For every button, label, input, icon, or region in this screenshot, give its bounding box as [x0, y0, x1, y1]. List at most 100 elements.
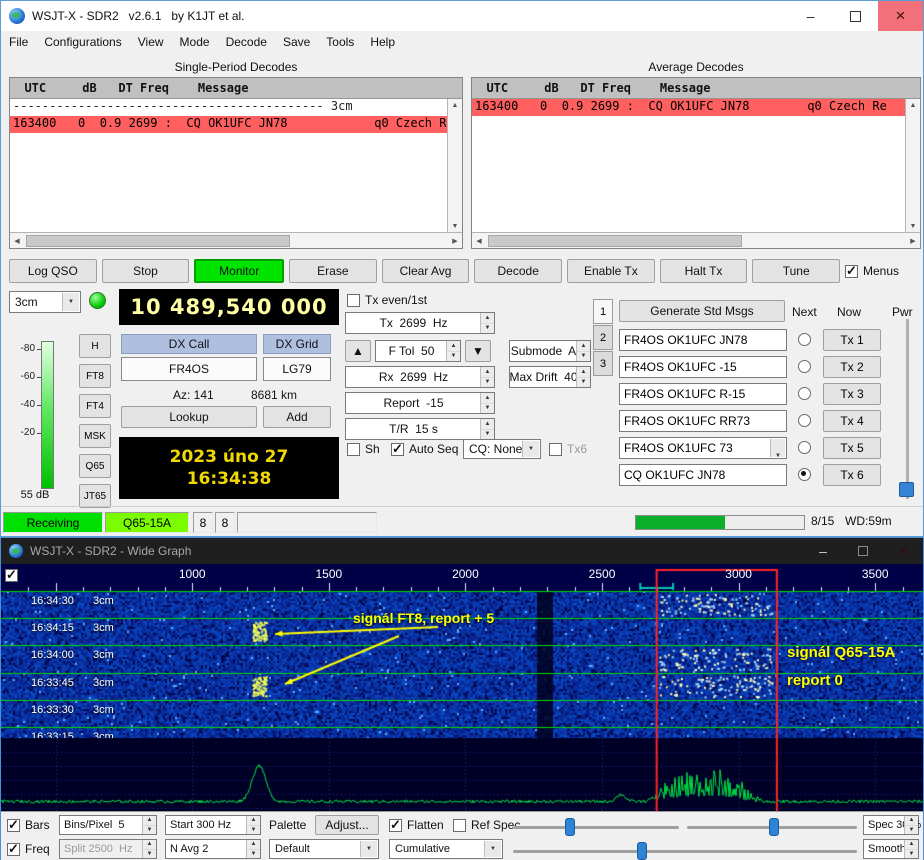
scroll-left-icon[interactable] — [472, 233, 486, 248]
enable-tx-button[interactable]: Enable Tx — [567, 259, 655, 283]
decode-button[interactable]: Decode — [474, 259, 562, 283]
cq-dropdown[interactable]: CQ: None — [463, 439, 541, 459]
dx-grid-label[interactable]: DX Grid — [263, 334, 331, 354]
waterfall-zero-slider[interactable] — [687, 826, 857, 829]
tx-button-6[interactable]: Tx 6 — [823, 464, 881, 486]
bars-checkbox[interactable] — [7, 819, 20, 832]
decode-line[interactable]: 163400 0 0.9 2699 : CQ OK1UFC JN78 q0 Cz… — [10, 116, 448, 133]
menu-configurations[interactable]: Configurations — [36, 31, 129, 52]
scroll-up-icon[interactable] — [906, 99, 920, 112]
tx-select-radio[interactable] — [798, 468, 811, 481]
pwr-slider[interactable] — [898, 319, 916, 499]
spinner-arrows[interactable] — [246, 840, 260, 858]
close-button[interactable] — [883, 538, 923, 564]
menu-file[interactable]: File — [1, 31, 36, 52]
tx-message-field[interactable]: FR4OS OK1UFC R-15 — [619, 383, 787, 405]
tx-message-field[interactable]: FR4OS OK1UFC JN78 — [619, 329, 787, 351]
decode-line[interactable]: 163400 0 0.9 2699 : CQ OK1UFC JN78 q0 Cz… — [472, 99, 906, 116]
freq-down-button[interactable]: ▼ — [465, 340, 491, 362]
tx6-toggle[interactable]: Tx6 — [549, 442, 587, 456]
spinner-arrows[interactable] — [246, 816, 260, 834]
scroll-right-icon[interactable] — [448, 233, 462, 248]
minimize-button[interactable] — [788, 1, 833, 31]
auto-seq-checkbox[interactable] — [391, 443, 404, 456]
horizontal-scrollbar[interactable] — [10, 232, 462, 248]
messages-tab-1[interactable]: 1 — [593, 299, 613, 324]
tx-select-radio[interactable] — [798, 414, 811, 427]
tx-button-1[interactable]: Tx 1 — [823, 329, 881, 351]
decode-line[interactable]: ----------------------------------------… — [10, 99, 448, 116]
tx-button-5[interactable]: Tx 5 — [823, 437, 881, 459]
spinner-arrows[interactable] — [480, 419, 494, 439]
tx-freq-spinner[interactable]: Tx 2699 Hz — [345, 312, 495, 334]
slider-handle[interactable] — [565, 818, 575, 836]
maximize-button[interactable] — [833, 1, 878, 31]
tr-period-spinner[interactable]: T/R 15 s — [345, 418, 495, 440]
halt-tx-button[interactable]: Halt Tx — [660, 259, 748, 283]
submode-spinner[interactable]: Submode A — [509, 340, 591, 362]
scroll-up-icon[interactable] — [448, 99, 462, 112]
dx-call-label[interactable]: DX Call — [121, 334, 257, 354]
spinner-arrows[interactable] — [142, 816, 156, 834]
horizontal-scrollbar[interactable] — [472, 232, 920, 248]
tx-even-toggle[interactable]: Tx even/1st — [347, 293, 427, 307]
tx-message-field[interactable]: FR4OS OK1UFC -15 — [619, 356, 787, 378]
start-freq-spinner[interactable]: Start 300 Hz — [165, 815, 261, 835]
vertical-scrollbar[interactable] — [905, 99, 920, 233]
split-freq-spinner[interactable]: Split 2500 Hz — [59, 839, 157, 859]
tx-message-field[interactable]: CQ OK1UFC JN78 — [619, 464, 787, 486]
tx-even-checkbox[interactable] — [347, 294, 360, 307]
spinner-arrows[interactable] — [480, 393, 494, 413]
tx-message-field[interactable]: FR4OS OK1UFC RR73 — [619, 410, 787, 432]
tx-message-field[interactable]: FR4OS OK1UFC 73 — [619, 437, 787, 459]
wide-graph-title-bar[interactable]: WSJT-X - SDR2 - Wide Graph — [1, 538, 923, 564]
scroll-right-icon[interactable] — [906, 233, 920, 248]
spectrum-slider[interactable] — [513, 850, 857, 853]
tx-select-radio[interactable] — [798, 360, 811, 373]
lookup-button[interactable]: Lookup — [121, 406, 257, 428]
menu-save[interactable]: Save — [275, 31, 318, 52]
tx-button-2[interactable]: Tx 2 — [823, 356, 881, 378]
palette-select[interactable]: Default — [269, 839, 379, 859]
vertical-scrollbar[interactable] — [447, 99, 462, 233]
freq-up-button[interactable]: ▲ — [345, 340, 371, 362]
spinner-arrows[interactable] — [576, 367, 590, 387]
dx-grid-field[interactable]: LG79 — [263, 357, 331, 381]
slider-handle[interactable] — [637, 842, 647, 860]
menu-mode[interactable]: Mode — [172, 31, 218, 52]
n-avg-spinner[interactable]: N Avg 2 — [165, 839, 261, 859]
display-mode-select[interactable]: Cumulative — [389, 839, 503, 859]
tune-button[interactable]: Tune — [752, 259, 840, 283]
add-button[interactable]: Add — [263, 406, 331, 428]
tx-button-4[interactable]: Tx 4 — [823, 410, 881, 432]
rx-freq-spinner[interactable]: Rx 2699 Hz — [345, 366, 495, 388]
menus-checkbox[interactable] — [845, 265, 858, 278]
close-button[interactable] — [878, 1, 923, 31]
ref-spec-checkbox[interactable] — [453, 819, 466, 832]
freq-checkbox[interactable] — [7, 843, 20, 856]
maximize-button[interactable] — [843, 538, 883, 564]
tx-select-radio[interactable] — [798, 441, 811, 454]
spec-percent-spinner[interactable]: Spec 30 % — [863, 815, 919, 835]
spinner-arrows[interactable] — [904, 840, 918, 858]
auto-seq-toggle[interactable]: Auto Seq — [391, 442, 458, 456]
menu-decode[interactable]: Decode — [218, 31, 275, 52]
band-selector[interactable]: 3cm — [9, 291, 81, 313]
mode-button-msk[interactable]: MSK — [79, 424, 111, 448]
title-bar[interactable]: WSJT-X - SDR2 v2.6.1 by K1JT et al. — [1, 1, 923, 31]
decode-list[interactable]: 163400 0 0.9 2699 : CQ OK1UFC JN78 q0 Cz… — [472, 99, 906, 233]
waterfall-canvas[interactable] — [1, 564, 923, 811]
spinner-arrows[interactable] — [480, 313, 494, 333]
tx-select-radio[interactable] — [798, 387, 811, 400]
scroll-left-icon[interactable] — [10, 233, 24, 248]
messages-tab-3[interactable]: 3 — [593, 351, 613, 376]
waterfall-graph[interactable]: 100015002000250030003500 16:34:303cm16:3… — [1, 564, 923, 811]
monitor-button[interactable]: Monitor — [194, 259, 284, 283]
tx-button-3[interactable]: Tx 3 — [823, 383, 881, 405]
sh-toggle[interactable]: Sh — [347, 442, 380, 456]
mode-button-ft4[interactable]: FT4 — [79, 394, 111, 418]
graph-controls-toggle[interactable] — [5, 569, 18, 582]
mode-button-ft8[interactable]: FT8 — [79, 364, 111, 388]
menu-tools[interactable]: Tools — [318, 31, 362, 52]
messages-tab-2[interactable]: 2 — [593, 325, 613, 350]
